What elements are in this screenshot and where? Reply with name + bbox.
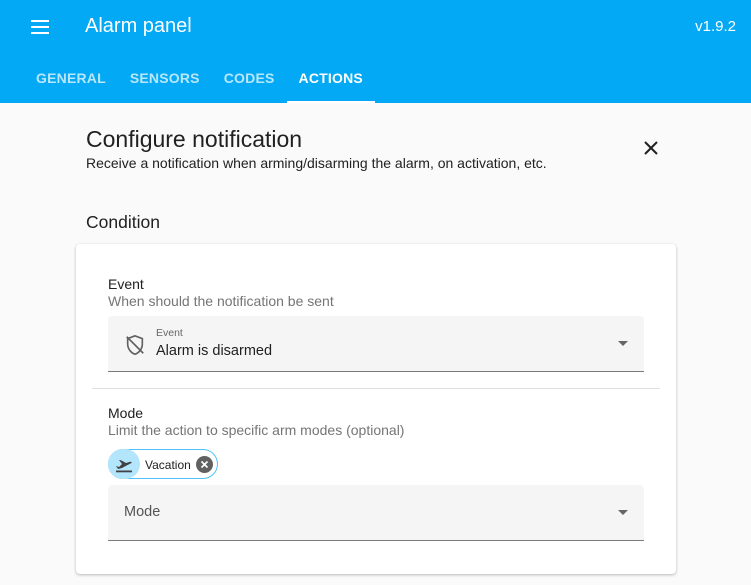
dialog-subtitle: Receive a notification when arming/disar…	[86, 155, 547, 171]
mode-label: Mode	[108, 405, 144, 421]
event-select-label: Event	[156, 327, 183, 339]
section-title-condition: Condition	[86, 212, 160, 232]
chevron-down-icon	[618, 341, 628, 346]
mode-select[interactable]: Mode	[108, 485, 644, 541]
divider	[92, 388, 660, 389]
version-label: v1.9.2	[695, 18, 736, 35]
tab-bar: GENERAL SENSORS CODES ACTIONS	[24, 62, 376, 103]
chip-label: Vacation	[145, 458, 191, 472]
event-select[interactable]: Event Alarm is disarmed	[108, 316, 644, 372]
chevron-down-icon	[618, 510, 628, 515]
close-icon[interactable]	[640, 137, 662, 159]
close-circle-icon[interactable]	[196, 456, 213, 473]
menu-icon[interactable]	[29, 17, 51, 37]
tab-general[interactable]: GENERAL	[24, 62, 118, 103]
app-header: Alarm panel v1.9.2 GENERAL SENSORS CODES…	[0, 0, 751, 103]
tab-actions[interactable]: ACTIONS	[286, 62, 376, 103]
shield-off-icon	[124, 334, 146, 356]
tab-codes[interactable]: CODES	[212, 62, 287, 103]
tab-sensors[interactable]: SENSORS	[118, 62, 212, 103]
event-description: When should the notification be sent	[108, 293, 334, 309]
airplane-takeoff-icon	[108, 449, 140, 479]
app-title: Alarm panel	[85, 15, 192, 37]
dialog-title: Configure notification	[86, 126, 303, 152]
condition-card: Event When should the notification be se…	[76, 244, 676, 574]
event-label: Event	[108, 276, 144, 292]
event-select-value: Alarm is disarmed	[156, 343, 273, 359]
mode-chip-vacation[interactable]: Vacation	[108, 449, 218, 479]
mode-description: Limit the action to specific arm modes (…	[108, 422, 405, 438]
mode-select-placeholder: Mode	[124, 504, 161, 520]
